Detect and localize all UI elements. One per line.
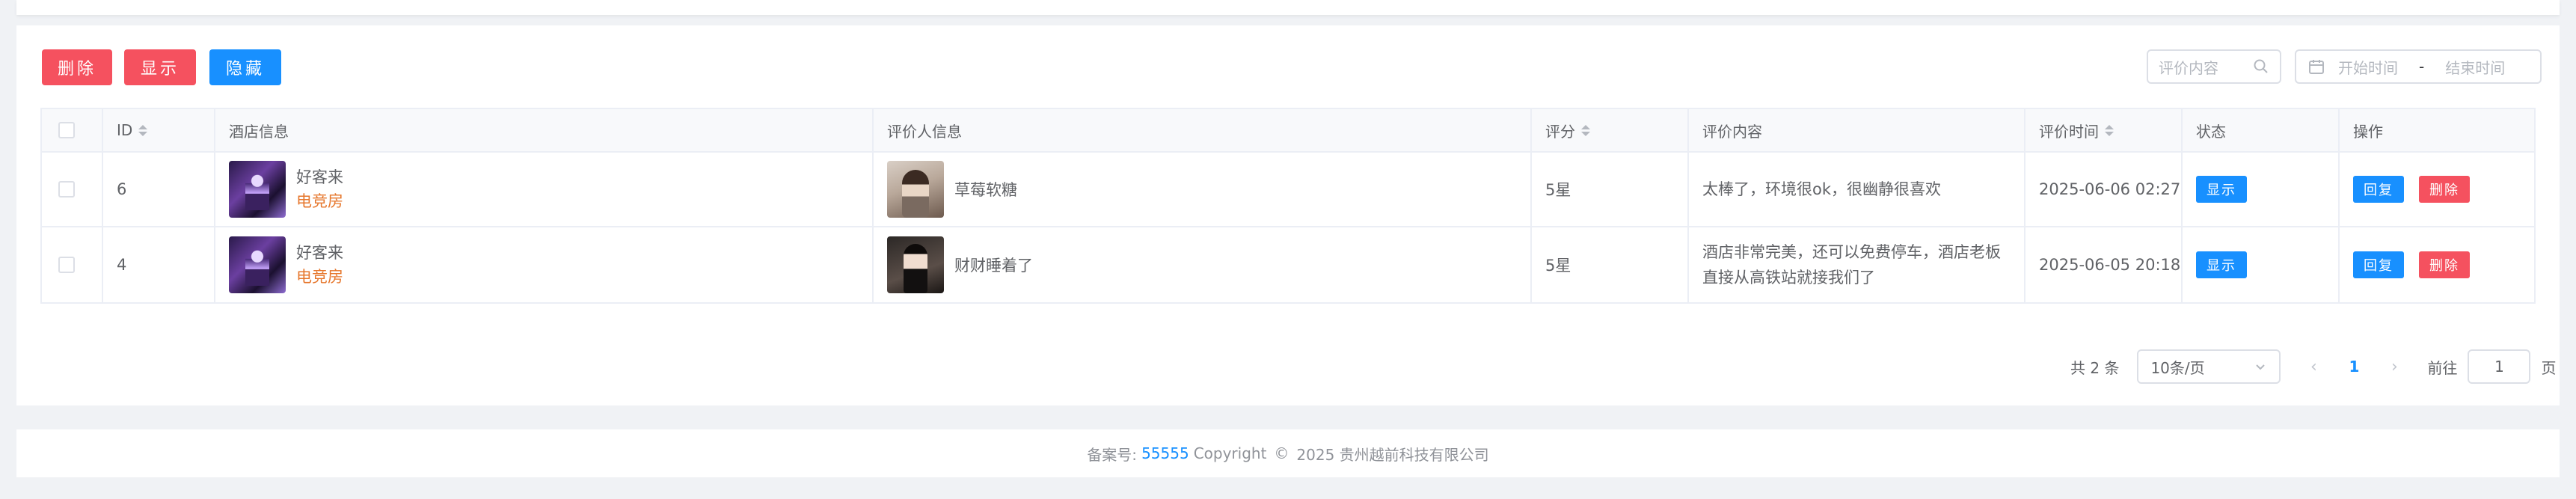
row-ops: 回复 删除 <box>2340 153 2522 226</box>
header-ops-label: 操作 <box>2353 122 2383 141</box>
hotel-room-type: 电竞房 <box>296 192 343 210</box>
status-show-button[interactable]: 显示 <box>2196 176 2247 203</box>
date-end-input[interactable]: 结束时间 <box>2445 56 2505 78</box>
sort-icon[interactable] <box>1581 124 1590 136</box>
copyright-icon: © <box>1274 444 1289 462</box>
date-start-input[interactable]: 开始时间 <box>2338 56 2398 78</box>
sort-icon[interactable] <box>2105 124 2114 136</box>
header-content-label: 评价内容 <box>1702 122 1762 141</box>
table-header-row: ID 酒店信息 评价人信息 评分 评价内容 评价时间 状态 操作 <box>42 109 2534 153</box>
page-size-select[interactable]: 10条/页 <box>2137 349 2281 384</box>
header-hotel: 酒店信息 <box>215 109 874 151</box>
row-hotel: 好客来 电竞房 <box>215 153 874 226</box>
header-status-label: 状态 <box>2196 122 2226 141</box>
row-content: 太棒了，环境很ok，很幽静很喜欢 <box>1689 153 2025 226</box>
page-number-1[interactable]: 1 <box>2339 358 2369 376</box>
row-content: 酒店非常完美，还可以免费停车，酒店老板直接从高铁站就接我们了 <box>1689 227 2025 302</box>
hotel-thumbnail[interactable] <box>229 161 286 218</box>
header-reviewer: 评价人信息 <box>874 109 1532 151</box>
row-score: 5星 <box>1532 153 1689 226</box>
header-hotel-label: 酒店信息 <box>229 122 289 141</box>
delete-button[interactable]: 删除 <box>42 49 112 85</box>
hotel-name: 好客来 <box>296 168 343 186</box>
hotel-thumbnail[interactable] <box>229 236 286 293</box>
reviews-table: ID 酒店信息 评价人信息 评分 评价内容 评价时间 状态 操作 6 好客来 电… <box>40 108 2536 304</box>
main-card: 删除 显示 隐藏 评价内容 开始时间 - 结束时间 ID 酒店信息 评价人信息 … <box>16 25 2560 405</box>
avatar[interactable] <box>887 161 944 218</box>
total-count: 共 2 条 <box>2070 358 2120 377</box>
select-all-checkbox[interactable] <box>58 122 75 138</box>
row-id: 4 <box>103 227 215 302</box>
search-input[interactable]: 评价内容 <box>2147 49 2281 84</box>
status-show-button[interactable]: 显示 <box>2196 251 2247 278</box>
search-icon[interactable] <box>2253 58 2269 75</box>
sort-icon[interactable] <box>138 124 148 136</box>
table-row: 4 好客来 电竞房 财财睡着了 5星 酒店非常完美，还可以免费停车，酒店老板直接… <box>42 227 2534 302</box>
header-reviewer-label: 评价人信息 <box>887 122 962 141</box>
chevron-down-icon <box>2256 364 2266 370</box>
footer: 备案号: 55555 Copyright © 2025 贵州越前科技有限公司 <box>16 429 2560 477</box>
show-button[interactable]: 显示 <box>124 49 196 85</box>
reviewer-name: 草莓软糖 <box>954 181 1017 199</box>
prev-page-button[interactable]: ‹ <box>2299 358 2328 376</box>
review-content: 酒店非常完美，还可以免费停车，酒店老板直接从高铁站就接我们了 <box>1702 243 2001 287</box>
table-row: 6 好客来 电竞房 草莓软糖 5星 太棒了，环境很ok，很幽静很喜欢 2025-… <box>42 153 2534 227</box>
reviewer-name: 财财睡着了 <box>954 257 1033 275</box>
row-time: 2025-06-06 02:27 <box>2025 153 2183 226</box>
pagination: 共 2 条 10条/页 ‹ 1 › 前往 页 <box>2070 349 2556 385</box>
row-checkbox[interactable] <box>58 181 75 198</box>
row-delete-button[interactable]: 删除 <box>2419 176 2470 203</box>
reply-button[interactable]: 回复 <box>2353 176 2404 203</box>
copyright-text: 2025 贵州越前科技有限公司 <box>1296 445 1489 464</box>
header-id-label: ID <box>117 121 133 139</box>
date-range-picker[interactable]: 开始时间 - 结束时间 <box>2295 49 2542 84</box>
search-placeholder: 评价内容 <box>2159 58 2218 77</box>
header-ops: 操作 <box>2340 109 2522 151</box>
header-content: 评价内容 <box>1689 109 2025 151</box>
copyright-label: Copyright <box>1193 444 1267 462</box>
goto-page-input[interactable] <box>2468 349 2531 384</box>
row-score: 5星 <box>1532 227 1689 302</box>
row-status: 显示 <box>2183 153 2340 226</box>
row-reviewer: 财财睡着了 <box>874 227 1532 302</box>
hotel-name: 好客来 <box>296 244 343 262</box>
reply-button[interactable]: 回复 <box>2353 251 2404 278</box>
header-time[interactable]: 评价时间 <box>2025 109 2183 151</box>
row-delete-button[interactable]: 删除 <box>2419 251 2470 278</box>
page-size-value: 10条/页 <box>2150 358 2205 377</box>
header-time-label: 评价时间 <box>2039 122 2099 141</box>
row-status: 显示 <box>2183 227 2340 302</box>
goto-label: 前往 <box>2427 358 2458 377</box>
goto-unit: 页 <box>2541 358 2557 377</box>
review-content: 太棒了，环境很ok，很幽静很喜欢 <box>1702 180 1942 198</box>
hotel-room-type: 电竞房 <box>296 268 343 286</box>
header-id[interactable]: ID <box>103 109 215 151</box>
icp-number-link[interactable]: 55555 <box>1141 444 1189 462</box>
header-status: 状态 <box>2183 109 2340 151</box>
row-reviewer: 草莓软糖 <box>874 153 1532 226</box>
top-header-strip <box>16 0 2560 15</box>
row-select[interactable] <box>42 153 103 226</box>
header-score[interactable]: 评分 <box>1532 109 1689 151</box>
row-ops: 回复 删除 <box>2340 227 2522 302</box>
calendar-icon <box>2309 60 2324 74</box>
row-select[interactable] <box>42 227 103 302</box>
header-score-label: 评分 <box>1545 122 1575 141</box>
row-hotel: 好客来 电竞房 <box>215 227 874 302</box>
avatar[interactable] <box>887 236 944 293</box>
date-separator: - <box>2419 58 2425 76</box>
next-page-button[interactable]: › <box>2379 358 2409 376</box>
row-checkbox[interactable] <box>58 257 75 273</box>
row-time: 2025-06-05 20:18 <box>2025 227 2183 302</box>
row-id: 6 <box>103 153 215 226</box>
icp-label: 备案号: <box>1087 445 1138 464</box>
hide-button[interactable]: 隐藏 <box>209 49 281 85</box>
header-select-all[interactable] <box>42 109 103 151</box>
